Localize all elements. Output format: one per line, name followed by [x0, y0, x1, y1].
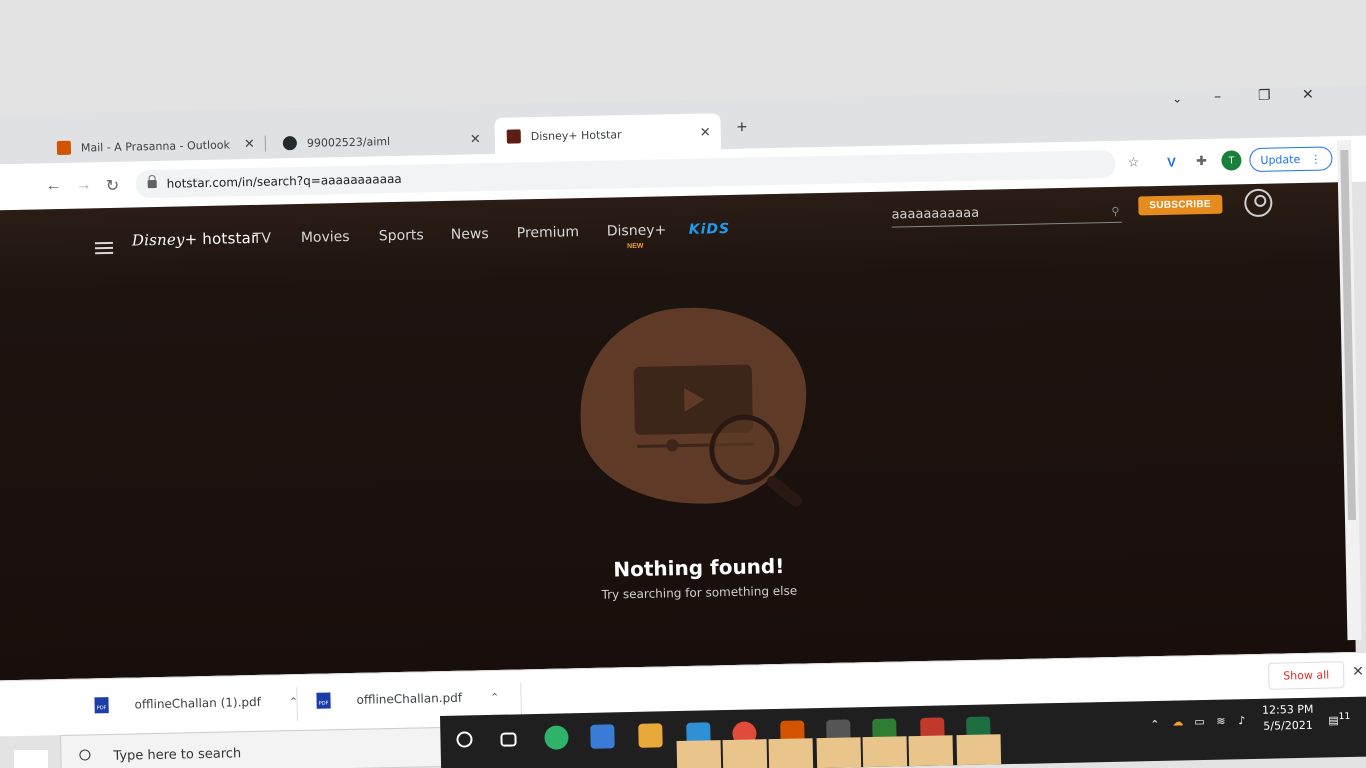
tab-separator [264, 135, 267, 152]
tray-chevron-icon[interactable]: ⌃ [1150, 717, 1160, 733]
divider [520, 682, 522, 717]
hotstar-page: Disney+ hotstar TV Movies Sports News Pr… [0, 182, 1356, 681]
extensions-puzzle-icon[interactable]: ✚ [1191, 151, 1211, 171]
close-icon[interactable]: ✕ [470, 132, 481, 147]
github-icon [282, 136, 298, 151]
browser-window: Mail - A Prasanna - Outlook ✕ 99002523/a… [0, 0, 1366, 768]
update-label: Update [1260, 152, 1301, 167]
lock-icon [147, 179, 157, 189]
onedrive-icon[interactable]: ☁ [1172, 714, 1183, 730]
download-filename: offlineChallan (1).pdf [134, 694, 262, 712]
play-icon [684, 387, 705, 412]
wifi-icon[interactable]: ≋ [1216, 714, 1226, 730]
store-icon[interactable] [590, 724, 615, 749]
logo-disney: Disney [131, 230, 185, 250]
user-profile-icon[interactable] [1244, 188, 1273, 218]
taskbar-search-box[interactable]: Type here to search [60, 726, 451, 768]
clock[interactable]: 12:53 PM 5/5/2021 [1262, 702, 1314, 735]
nav-sports[interactable]: Sports [379, 227, 424, 244]
search-icon[interactable]: ⚲ [1111, 205, 1119, 218]
taskbar-tile[interactable] [676, 740, 722, 768]
taskbar-tile[interactable] [956, 734, 1002, 766]
download-item[interactable]: PDF offlineChallan.pdf ⌃ [316, 689, 499, 709]
nav-disney-plus[interactable]: Disney+ [607, 222, 667, 239]
taskbar-tile[interactable] [816, 737, 862, 768]
download-filename: offlineChallan.pdf [356, 690, 463, 707]
search-icon [79, 749, 91, 761]
taskbar-tile[interactable] [908, 735, 954, 767]
screen: Mail - A Prasanna - Outlook ✕ 99002523/a… [0, 0, 1366, 768]
logo-hotstar: + hotstar [184, 228, 258, 249]
edge-icon[interactable] [544, 725, 569, 750]
cortana-icon[interactable] [456, 731, 473, 748]
subscribe-button[interactable]: SUBSCRIBE [1138, 194, 1223, 216]
taskbar-tile[interactable] [722, 739, 768, 768]
new-tab-button[interactable]: + [736, 117, 747, 138]
mail-icon[interactable] [638, 723, 663, 748]
taskbar-tile[interactable] [768, 738, 814, 768]
tab-label: 99002523/aiml [306, 134, 391, 150]
magnifier-handle [764, 473, 805, 510]
new-badge: NEW [627, 242, 644, 251]
clock-time: 12:53 PM [1261, 702, 1314, 717]
pdf-icon: PDF [94, 697, 109, 714]
close-icon[interactable]: ✕ [700, 125, 711, 140]
profile-menu-icon[interactable]: ⌄ [1172, 91, 1182, 105]
show-all-button[interactable]: Show all [1267, 661, 1345, 690]
reload-icon[interactable]: ↻ [106, 176, 120, 196]
hamburger-menu-icon[interactable] [94, 241, 114, 255]
tab-label: Disney+ Hotstar [530, 127, 622, 143]
battery-icon[interactable]: ▭ [1194, 714, 1205, 730]
windows-start-icon[interactable] [14, 750, 48, 768]
nav-movies[interactable]: Movies [301, 229, 350, 246]
outlook-icon [56, 140, 72, 156]
nav-tv[interactable]: TV [253, 231, 271, 247]
pdf-icon: PDF [316, 692, 331, 709]
nav-kids[interactable]: KiDS [689, 221, 731, 238]
hotstar-logo[interactable]: Disney+ hotstar [132, 229, 258, 250]
update-button[interactable]: Update ⋮ [1249, 146, 1333, 173]
profile-avatar[interactable]: T [1221, 150, 1242, 171]
search-value: aaaaaaaaaaa [891, 205, 980, 223]
nav-news[interactable]: News [451, 226, 489, 243]
extension-v-icon[interactable]: V [1161, 152, 1181, 172]
bookmark-star-icon[interactable]: ☆ [1123, 152, 1143, 172]
back-icon[interactable]: ← [46, 177, 62, 195]
restore-button[interactable]: ❐ [1258, 88, 1271, 104]
clock-date: 5/5/2021 [1263, 718, 1313, 733]
chevron-up-icon[interactable]: ⌃ [490, 690, 499, 703]
volume-icon[interactable]: ♪ [1238, 713, 1245, 729]
download-item[interactable]: PDF offlineChallan (1).pdf ⌃ [94, 693, 298, 714]
close-window-button[interactable]: ✕ [1302, 87, 1314, 103]
taskbar-tile[interactable] [862, 736, 908, 768]
notification-count: 11 [1338, 710, 1351, 723]
nav-premium[interactable]: Premium [517, 224, 580, 241]
url-text: hotstar.com/in/search?q=aaaaaaaaaaa [166, 171, 402, 191]
close-icon[interactable]: ✕ [244, 136, 255, 151]
notification-center-icon[interactable]: ▤11 [1328, 709, 1350, 729]
taskbar-search-placeholder: Type here to search [113, 746, 242, 764]
task-view-icon[interactable] [500, 732, 517, 747]
hotstar-icon [506, 129, 521, 144]
tab-label: Mail - A Prasanna - Outlook [80, 137, 231, 155]
more-menu-icon[interactable]: ⋮ [1310, 152, 1321, 165]
close-downloads-icon[interactable]: ✕ [1352, 663, 1364, 680]
minimize-button[interactable]: – [1214, 89, 1221, 105]
forward-icon[interactable]: → [76, 176, 92, 194]
search-input[interactable]: aaaaaaaaaaa ⚲ [891, 198, 1122, 228]
